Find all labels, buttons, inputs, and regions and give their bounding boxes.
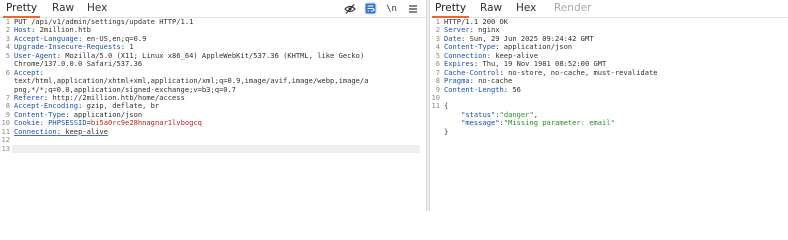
wrap-lines-icon[interactable] bbox=[364, 2, 377, 15]
request-tabbar: Pretty Raw Hex \n bbox=[0, 0, 426, 18]
code-token: : no-store, no-cache, must-revalidate bbox=[499, 67, 658, 77]
response-tab-pretty[interactable]: Pretty bbox=[431, 0, 470, 18]
code-line[interactable]: 12 bbox=[0, 135, 426, 144]
code-token: "message" bbox=[461, 118, 500, 128]
eye-slash-icon[interactable] bbox=[343, 2, 356, 15]
request-tab-hex[interactable]: Hex bbox=[87, 0, 107, 17]
code-line[interactable]: 9 Content-Length: 56 bbox=[430, 84, 788, 94]
request-pane: Pretty Raw Hex \n 1 PUT /api/v1/admin/se… bbox=[0, 0, 426, 211]
request-tab-raw[interactable]: Raw bbox=[52, 0, 74, 17]
code-text: } bbox=[444, 126, 449, 136]
request-editor[interactable]: 1 PUT /api/v1/admin/settings/update HTTP/… bbox=[0, 17, 426, 211]
line-number: 5 bbox=[5, 50, 10, 60]
code-line[interactable]: Chrome/137.0.0.0 Safari/537.36 bbox=[0, 59, 426, 68]
code-token: : 56 bbox=[503, 84, 521, 94]
code-line[interactable]: "message":"Missing parameter: email" bbox=[430, 119, 788, 127]
code-line[interactable]: 11 Connection: keep-alive bbox=[0, 126, 426, 136]
line-number: 6 bbox=[5, 67, 10, 77]
request-tab-pretty[interactable]: Pretty bbox=[2, 0, 41, 18]
response-tab-raw[interactable]: Raw bbox=[480, 0, 502, 17]
hamburger-menu-icon[interactable] bbox=[406, 2, 419, 15]
line-number: 11 bbox=[431, 101, 440, 111]
response-pane: Pretty Raw Hex Render 1 HTTP/1.1 200 OK 2 S… bbox=[430, 0, 788, 211]
code-text: Content-Length: 56 bbox=[444, 84, 521, 94]
code-token: } bbox=[444, 126, 449, 136]
response-tab-hex[interactable]: Hex bbox=[516, 0, 536, 17]
line-number: 13 bbox=[1, 143, 10, 153]
code-token: Connection bbox=[14, 126, 57, 136]
code-text: "message":"Missing parameter: email" bbox=[444, 119, 615, 127]
current-line-highlight bbox=[12, 144, 420, 153]
response-tabbar: Pretty Raw Hex Render bbox=[430, 0, 788, 18]
code-text: Connection: keep-alive bbox=[14, 126, 108, 136]
response-tab-render[interactable]: Render bbox=[554, 0, 591, 17]
response-editor[interactable]: 1 HTTP/1.1 200 OK 2 Server: nginx 3 Date: Sun… bbox=[430, 17, 788, 211]
code-token: Content-Length bbox=[444, 84, 504, 94]
code-line[interactable]: 13 bbox=[0, 143, 426, 153]
code-token: : keep-alive bbox=[56, 126, 108, 136]
code-line[interactable]: 10 bbox=[430, 93, 788, 102]
code-line[interactable]: } bbox=[430, 126, 788, 136]
code-token: "Missing parameter: email" bbox=[503, 118, 615, 128]
newline-icon[interactable]: \n bbox=[385, 2, 398, 15]
newline-icon-label: \n bbox=[386, 3, 397, 14]
